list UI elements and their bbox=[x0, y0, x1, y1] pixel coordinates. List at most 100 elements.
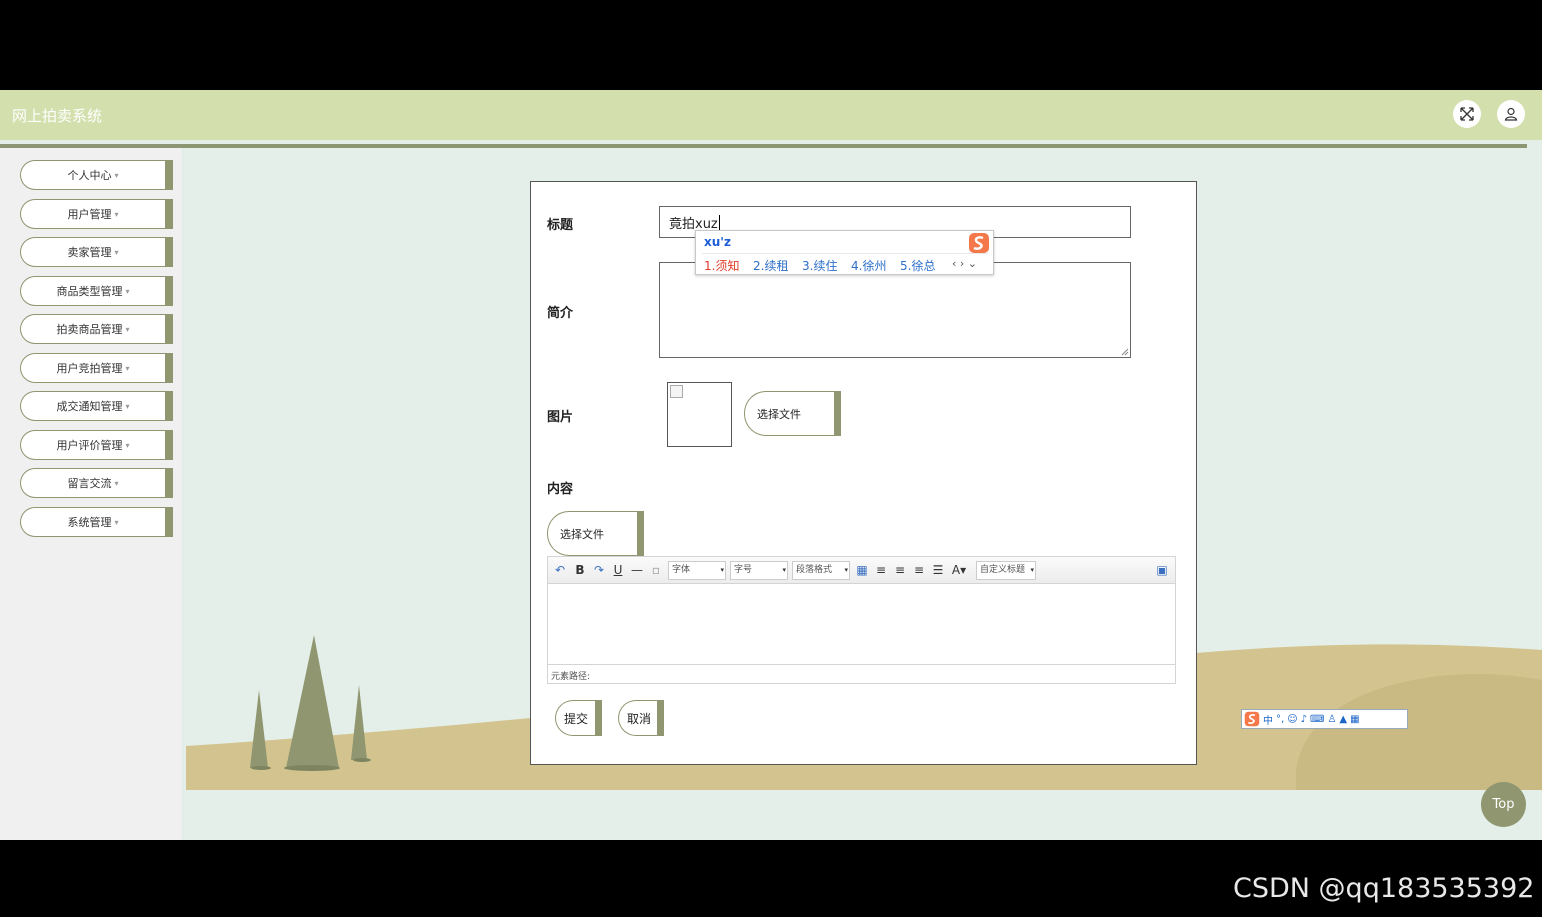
emoji-icon[interactable]: ☺ bbox=[1287, 714, 1297, 725]
ime-candidate-popup: xu'z 1.须知 2.续租 3.续住 4.徐州 5.徐总 ‹ › ⌄ bbox=[695, 230, 994, 275]
sidebar-item-deal-notice-management[interactable]: 成交通知管理 ▾ bbox=[20, 391, 173, 421]
punctuation-icon[interactable]: °, bbox=[1276, 714, 1284, 725]
custom-title-label: 自定义标题 bbox=[980, 565, 1026, 575]
sidebar-item-user-bid-management[interactable]: 用户竞拍管理 ▾ bbox=[20, 353, 173, 383]
ime-divider bbox=[702, 253, 988, 254]
ime-candidate[interactable]: 5.徐总 bbox=[900, 257, 935, 274]
sidebar-item-personal-center[interactable]: 个人中心 ▾ bbox=[20, 160, 173, 190]
screen: 网上拍卖系统 个人中心 ▾ 用户管理 ▾ 卖家管理 ▾ 商品类型管理 ▾ 拍卖商品管理 ▾… bbox=[0, 0, 1542, 917]
tree-shape bbox=[250, 690, 268, 768]
sidebar: 个人中心 ▾ 用户管理 ▾ 卖家管理 ▾ 商品类型管理 ▾ 拍卖商品管理 ▾ 用户竞拍管理… bbox=[0, 148, 184, 840]
text-cursor bbox=[718, 214, 720, 230]
chevron-down-icon: ▾ bbox=[114, 478, 119, 488]
ime-candidate[interactable]: 4.徐州 bbox=[851, 257, 886, 274]
fullscreen-icon[interactable]: ▣ bbox=[1154, 561, 1170, 579]
tree-shadow-shape bbox=[284, 765, 340, 771]
chevron-down-icon: ▾ bbox=[114, 209, 119, 219]
chevron-down-icon: ▾ bbox=[125, 286, 130, 296]
submit-button[interactable]: 提交 bbox=[555, 700, 602, 736]
paragraph-format-label: 段落格式 bbox=[796, 565, 833, 575]
intro-label: 简介 bbox=[547, 306, 574, 321]
custom-title-select[interactable]: 自定义标题 ▾ bbox=[976, 561, 1036, 580]
horizontal-rule-icon[interactable]: — bbox=[629, 561, 645, 579]
ime-candidate[interactable]: 3.续住 bbox=[802, 257, 837, 274]
broken-image-icon bbox=[670, 385, 683, 398]
sidebar-item-auction-product-management[interactable]: 拍卖商品管理 ▾ bbox=[20, 314, 173, 344]
tree-shadow-shape bbox=[353, 758, 371, 762]
ime-status-bar: 中 °, ☺ ♪ ⌨ ♙ ▲ ▦ bbox=[1241, 709, 1408, 729]
content-label: 内容 bbox=[547, 482, 574, 497]
table-icon[interactable]: ▦ bbox=[854, 561, 870, 579]
sidebar-item-seller-management[interactable]: 卖家管理 ▾ bbox=[20, 237, 173, 267]
font-family-label: 字体 bbox=[672, 565, 691, 575]
element-path-bar: 元素路径: bbox=[548, 664, 1175, 683]
sidebar-item-user-management[interactable]: 用户管理 ▾ bbox=[20, 199, 173, 229]
chevron-down-icon: ▾ bbox=[114, 517, 119, 527]
underline-icon[interactable]: U bbox=[610, 561, 626, 579]
chevron-down-icon: ▾ bbox=[125, 401, 130, 411]
ime-chinese-mode-toggle[interactable]: 中 bbox=[1263, 712, 1273, 727]
cancel-button[interactable]: 取消 bbox=[618, 700, 664, 736]
chevron-down-icon: ▾ bbox=[1030, 566, 1034, 574]
sidebar-item-message-board[interactable]: 留言交流 ▾ bbox=[20, 468, 173, 498]
align-center-icon[interactable]: ≡ bbox=[892, 561, 908, 579]
back-to-top-button[interactable]: Top bbox=[1481, 782, 1526, 827]
align-left-icon[interactable]: ≡ bbox=[873, 561, 889, 579]
sidebar-item-user-review-management[interactable]: 用户评价管理 ▾ bbox=[20, 430, 173, 460]
sidebar-item-label: 留言交流 bbox=[67, 477, 112, 490]
sidebar-item-label: 系统管理 bbox=[67, 516, 112, 529]
sidebar-item-label: 个人中心 bbox=[67, 169, 112, 182]
app-title: 网上拍卖系统 bbox=[12, 107, 103, 125]
font-family-select[interactable]: 字体 ▾ bbox=[668, 561, 726, 580]
ime-pinyin: xu'z bbox=[704, 235, 731, 249]
rich-text-editor: ↶ B ↷ U — ▫ 字体 ▾ 字号 ▾ 段落格式 ▾ ▦ ≡ ≡ ≡ ☰ A▾ 自… bbox=[547, 556, 1176, 684]
user-icon[interactable]: ♙ bbox=[1327, 714, 1336, 725]
chevron-down-icon: ▾ bbox=[844, 566, 848, 574]
sogou-logo-icon[interactable] bbox=[1244, 711, 1260, 727]
microphone-icon[interactable]: ♪ bbox=[1301, 714, 1307, 725]
tree-shape bbox=[351, 685, 367, 760]
sidebar-item-label: 用户评价管理 bbox=[56, 439, 123, 452]
image-preview bbox=[667, 382, 732, 447]
chevron-down-icon: ▾ bbox=[125, 363, 130, 373]
ground-band-shape bbox=[186, 790, 1542, 840]
bold-icon[interactable]: B bbox=[572, 561, 588, 579]
chevron-down-icon: ▾ bbox=[720, 566, 724, 574]
ime-page-arrows-icon[interactable]: ‹ › ⌄ bbox=[952, 257, 977, 270]
sidebar-item-label: 用户竞拍管理 bbox=[56, 362, 123, 375]
sidebar-item-label: 商品类型管理 bbox=[56, 285, 123, 298]
watermark: CSDN @qq183535392 bbox=[1233, 873, 1535, 904]
tree-shape bbox=[286, 635, 339, 768]
sogou-logo-icon bbox=[969, 233, 989, 253]
paragraph-format-select[interactable]: 段落格式 ▾ bbox=[792, 561, 850, 580]
sidebar-item-label: 拍卖商品管理 bbox=[56, 323, 123, 336]
chevron-down-icon: ▾ bbox=[125, 324, 130, 334]
undo-icon[interactable]: ↶ bbox=[552, 561, 568, 579]
content-choose-file-button[interactable]: 选择文件 bbox=[547, 511, 644, 556]
font-size-select[interactable]: 字号 ▾ bbox=[730, 561, 788, 580]
resize-grip-icon[interactable] bbox=[1121, 348, 1129, 356]
align-right-icon[interactable]: ≡ bbox=[911, 561, 927, 579]
app-window: 网上拍卖系统 个人中心 ▾ 用户管理 ▾ 卖家管理 ▾ 商品类型管理 ▾ 拍卖商品管理 ▾… bbox=[0, 90, 1542, 840]
clear-icon[interactable]: ▫ bbox=[648, 561, 664, 579]
chevron-down-icon: ▾ bbox=[782, 566, 786, 574]
font-size-label: 字号 bbox=[734, 565, 753, 575]
title-label: 标题 bbox=[547, 218, 574, 233]
sidebar-item-system-management[interactable]: 系统管理 ▾ bbox=[20, 507, 173, 537]
ime-candidate[interactable]: 1.须知 bbox=[704, 257, 739, 274]
justify-icon[interactable]: ☰ bbox=[930, 561, 946, 579]
sidebar-item-product-type-management[interactable]: 商品类型管理 ▾ bbox=[20, 276, 173, 306]
title-input-value: 竟拍xuz bbox=[669, 216, 718, 232]
ime-candidate[interactable]: 2.续租 bbox=[753, 257, 788, 274]
sidebar-item-label: 用户管理 bbox=[67, 208, 112, 221]
intro-textarea[interactable] bbox=[659, 262, 1131, 358]
skin-icon[interactable]: ▲ bbox=[1339, 714, 1347, 725]
editor-content-area[interactable] bbox=[548, 585, 1175, 664]
sidebar-item-label: 卖家管理 bbox=[67, 246, 112, 259]
toolbox-icon[interactable]: ▦ bbox=[1350, 714, 1359, 725]
keyboard-icon[interactable]: ⌨ bbox=[1310, 714, 1324, 725]
redo-icon[interactable]: ↷ bbox=[591, 561, 607, 579]
font-color-icon[interactable]: A▾ bbox=[951, 561, 967, 579]
tree-shadow-shape bbox=[251, 766, 271, 770]
image-choose-file-button[interactable]: 选择文件 bbox=[744, 391, 841, 436]
